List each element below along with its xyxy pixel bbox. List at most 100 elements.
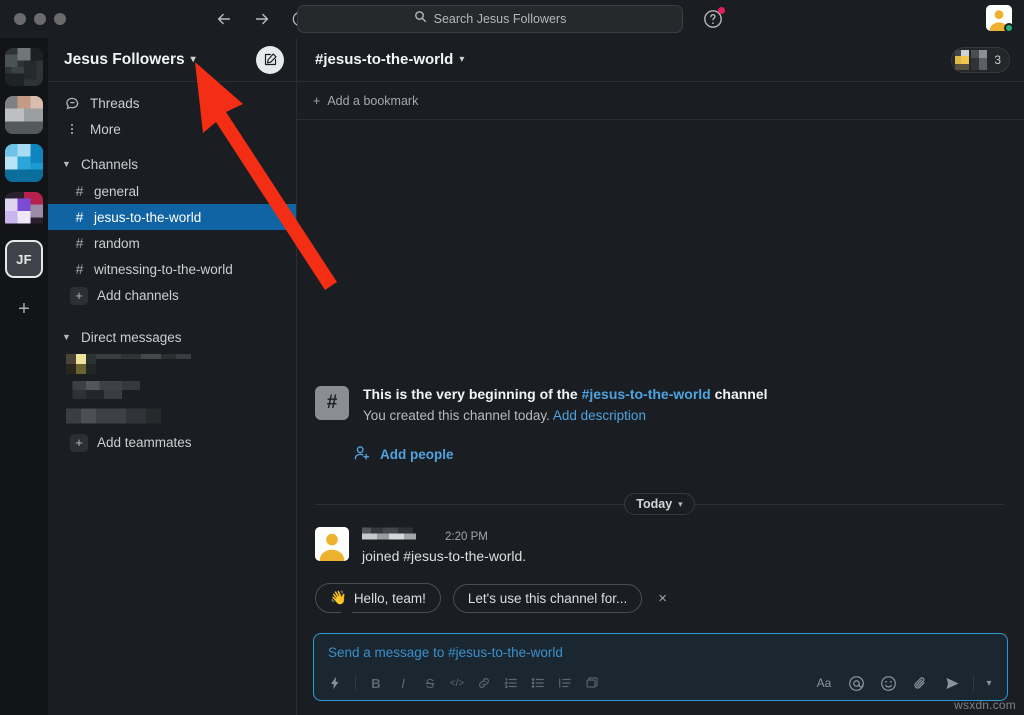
sidebar-item-threads[interactable]: Threads <box>48 90 296 116</box>
code-icon[interactable]: </> <box>444 670 470 696</box>
member-count: 3 <box>994 52 1001 67</box>
workspace-name-label: Jesus Followers <box>64 50 185 68</box>
message-row-join: 2:20 PM joined #jesus-to-the-world. <box>297 527 1024 567</box>
avatar[interactable] <box>315 527 349 561</box>
sidebar-item-channel-general[interactable]: # general <box>48 178 296 204</box>
message-composer[interactable]: Send a message to #jesus-to-the-world B … <box>313 633 1008 701</box>
window-traffic-lights[interactable] <box>14 13 66 25</box>
workspace-icon-3[interactable] <box>5 144 43 182</box>
back-arrow-icon[interactable] <box>214 9 234 29</box>
section-header-channels[interactable]: ▼ Channels <box>48 150 296 178</box>
italic-icon[interactable]: I <box>390 670 416 696</box>
add-people-button[interactable]: Add people <box>297 444 1024 465</box>
channel-label: witnessing-to-the-world <box>94 261 233 277</box>
composer-placeholder: Send a message to #jesus-to-the-world <box>328 645 563 660</box>
search-input[interactable]: Search Jesus Followers <box>297 5 683 33</box>
search-bar[interactable]: Search Jesus Followers <box>297 5 683 33</box>
italic-glyph: I <box>401 675 405 691</box>
minimize-window-button[interactable] <box>34 13 46 25</box>
wave-emoji-icon: 👋 <box>330 590 347 605</box>
emoji-icon[interactable] <box>874 670 902 696</box>
presence-indicator <box>1004 23 1014 33</box>
bold-icon[interactable]: B <box>363 670 389 696</box>
add-teammates-button[interactable]: + Add teammates <box>48 429 296 456</box>
forward-arrow-icon[interactable] <box>252 9 272 29</box>
threads-icon <box>64 96 80 111</box>
sidebar-item-channel-random[interactable]: # random <box>48 230 296 256</box>
formatting-icon[interactable]: Aa <box>810 670 838 696</box>
composer-toolbar: B I S </> Aa ▾ <box>314 666 1007 700</box>
workspace-icon-1[interactable] <box>5 48 43 86</box>
mention-icon[interactable] <box>842 670 870 696</box>
channel-members-button[interactable]: 3 <box>951 46 1010 73</box>
code-block-icon[interactable] <box>579 670 605 696</box>
message-timestamp: 2:20 PM <box>445 531 488 543</box>
blurred-dm-name <box>72 381 185 399</box>
bookmark-bar: + Add a bookmark <box>297 82 1024 120</box>
workspace-icon-2[interactable] <box>5 96 43 134</box>
chevron-down-icon: ▾ <box>678 498 683 509</box>
intro-prefix: This is the very beginning of the <box>363 386 582 402</box>
plus-icon: + <box>18 297 30 320</box>
channel-header: #jesus-to-the-world ▾ 3 <box>297 38 1024 82</box>
suggestion-chip-hello-team[interactable]: 👋 Hello, team! <box>315 583 441 613</box>
add-description-link[interactable]: Add description <box>553 408 646 423</box>
chip-label: Let's use this channel for... <box>467 590 628 606</box>
sidebar-item-dm-2[interactable] <box>48 377 296 403</box>
sidebar: Jesus Followers ▾ Threads More ▼ Channel… <box>48 38 297 715</box>
attachment-icon[interactable] <box>906 670 934 696</box>
strikethrough-icon[interactable]: S <box>417 670 443 696</box>
intro-channel-link[interactable]: #jesus-to-the-world <box>582 386 711 402</box>
date-label: Today <box>636 497 673 511</box>
add-person-icon <box>353 444 371 465</box>
add-channels-button[interactable]: + Add channels <box>48 282 296 309</box>
close-icon: × <box>658 589 668 607</box>
send-options-chevron-icon[interactable]: ▾ <box>981 670 997 696</box>
workspace-icon-4[interactable] <box>5 192 43 230</box>
close-window-button[interactable] <box>14 13 26 25</box>
message-list[interactable]: # This is the very beginning of the #jes… <box>297 120 1024 633</box>
channel-label: jesus-to-the-world <box>94 209 202 225</box>
lightning-icon[interactable] <box>322 670 348 696</box>
hash-icon: # <box>75 235 84 251</box>
channel-title-button[interactable]: #jesus-to-the-world ▾ <box>315 51 464 68</box>
channel-title-label: #jesus-to-the-world <box>315 51 454 68</box>
ordered-list-icon[interactable] <box>498 670 524 696</box>
workspace-name-button[interactable]: Jesus Followers ▾ <box>64 51 196 69</box>
zoom-window-button[interactable] <box>54 13 66 25</box>
date-divider-button[interactable]: Today ▾ <box>624 493 695 515</box>
bulleted-list-icon[interactable] <box>525 670 551 696</box>
channel-label: general <box>94 183 140 199</box>
link-icon[interactable] <box>471 670 497 696</box>
slack-window: Search Jesus Followers JF + Jesus Follow… <box>0 0 1024 715</box>
blurred-author-name <box>362 527 437 540</box>
sidebar-item-dm-1[interactable] <box>48 351 296 377</box>
search-placeholder-text: Search Jesus Followers <box>433 12 567 26</box>
intro-created-text: You created this channel today. <box>363 408 553 423</box>
dismiss-suggestions-button[interactable]: × <box>654 590 671 607</box>
sidebar-item-dm-3[interactable] <box>48 403 296 429</box>
search-icon <box>414 10 427 28</box>
add-workspace-button[interactable]: + <box>7 292 41 326</box>
active-workspace-jf[interactable]: JF <box>5 240 43 278</box>
message-input[interactable]: Send a message to #jesus-to-the-world <box>314 634 1007 666</box>
sidebar-item-more[interactable]: More <box>48 116 296 142</box>
suggestion-chip-use-channel[interactable]: Let's use this channel for... <box>452 583 643 613</box>
channel-intro: # This is the very beginning of the #jes… <box>297 384 1024 426</box>
plus-icon: + <box>313 93 321 108</box>
hash-icon: # <box>75 183 84 199</box>
compose-message-button[interactable] <box>256 45 284 74</box>
sidebar-item-channel-jesus-to-the-world[interactable]: # jesus-to-the-world <box>48 204 296 230</box>
section-header-direct-messages[interactable]: ▼ Direct messages <box>48 323 296 351</box>
blockquote-icon[interactable] <box>552 670 578 696</box>
more-vertical-icon <box>64 122 80 136</box>
chip-label: Hello, team! <box>353 590 426 606</box>
help-button[interactable] <box>702 7 725 30</box>
add-bookmark-label[interactable]: Add a bookmark <box>327 94 418 108</box>
send-icon[interactable] <box>938 670 966 696</box>
add-channels-label: Add channels <box>97 288 179 303</box>
user-avatar[interactable] <box>986 5 1014 33</box>
sidebar-item-channel-witnessing-to-the-world[interactable]: # witnessing-to-the-world <box>48 256 296 282</box>
section-label: Channels <box>81 156 139 172</box>
message-meta: 2:20 PM <box>362 527 526 544</box>
